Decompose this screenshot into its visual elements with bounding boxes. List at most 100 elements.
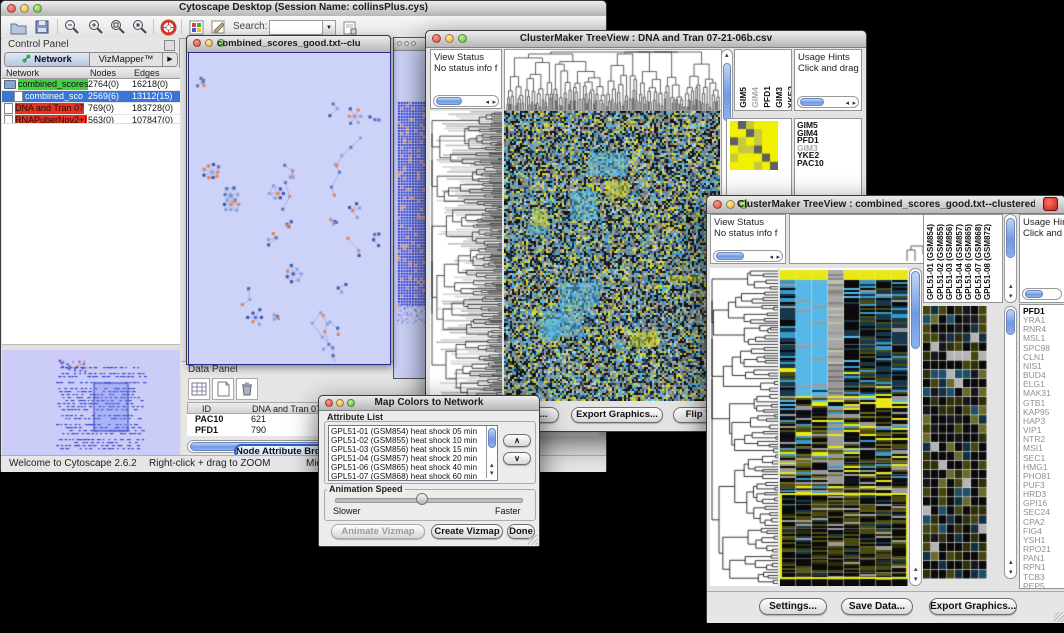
network-name-cell: combined_sco bbox=[2, 91, 88, 102]
heatmap-column-label: GPL51-02 (GSM855) bbox=[936, 224, 945, 300]
dense-network-grid[interactable] bbox=[397, 100, 427, 328]
animate-vizmap-button[interactable]: Animate Vizmap bbox=[331, 524, 425, 539]
settings-button[interactable]: Settings... bbox=[759, 598, 827, 615]
minimize-button[interactable] bbox=[726, 200, 735, 209]
attribute-list-item[interactable]: GPL51-04 (GSM857) heat shock 20 min bbox=[329, 454, 497, 463]
network-edges: 13112(15) bbox=[132, 91, 180, 102]
usage-hints-hscrollbar[interactable] bbox=[1022, 288, 1062, 300]
network-table-row[interactable]: combined_scores2764(0)16218(0) bbox=[2, 79, 180, 91]
main-titlebar[interactable]: Cytoscape Desktop (Session Name: collins… bbox=[1, 1, 606, 17]
view-status-hscrollbar[interactable]: ◂▸ bbox=[713, 250, 783, 262]
create-vizmap-button[interactable]: Create Vizmap bbox=[431, 524, 503, 539]
usage-hints-panel: Usage Hints Click and drag to ◂▸ bbox=[794, 49, 862, 111]
close-button[interactable] bbox=[193, 39, 201, 47]
column-dendrogram[interactable] bbox=[504, 49, 722, 111]
usage-hints-message: Click and drag to bbox=[795, 63, 861, 74]
treeview2-window: ClusterMaker TreeView : combined_scores_… bbox=[706, 195, 1064, 623]
attribute-list-item[interactable]: GPL51-07 (GSM868) heat shock 60 min bbox=[329, 472, 497, 481]
open-folder-icon[interactable] bbox=[9, 18, 28, 37]
attribute-list-item[interactable]: GPL51-03 (GSM856) heat shock 15 min bbox=[329, 445, 497, 454]
data-panel-title: Data Panel bbox=[188, 364, 237, 375]
animation-speed-label: Animation Speed bbox=[327, 484, 405, 494]
close-button[interactable] bbox=[325, 399, 333, 407]
heatmap-canvas[interactable] bbox=[780, 268, 908, 586]
view-status-hscrollbar[interactable]: ◂▸ bbox=[433, 95, 499, 107]
network-table-row[interactable]: DNA and Tran 07769(0)183728(0) bbox=[2, 103, 180, 115]
export-graphics-button[interactable]: Export Graphics... bbox=[929, 598, 1017, 615]
network-canvas[interactable] bbox=[189, 53, 388, 362]
tab-network[interactable]: Network bbox=[5, 53, 90, 66]
row-dendrogram[interactable] bbox=[710, 268, 778, 586]
zoom-out-icon[interactable] bbox=[63, 18, 82, 37]
minimize-button[interactable] bbox=[404, 41, 409, 46]
document-icon bbox=[4, 103, 13, 114]
gene-label[interactable]: PEP5 bbox=[1020, 582, 1064, 589]
new-attribute-icon[interactable] bbox=[212, 378, 234, 400]
usage-hints-message: Click and bbox=[1020, 228, 1064, 239]
view-status-heading: View Status bbox=[431, 50, 501, 63]
treeview2-title: ClusterMaker TreeView : combined_scores_… bbox=[737, 199, 1035, 210]
network-name: combined_scores bbox=[18, 79, 88, 90]
save-data-button[interactable]: Save Data... bbox=[841, 598, 913, 615]
attribute-listbox[interactable]: GPL51-01 (GSM854) heat shock 05 minGPL51… bbox=[328, 425, 498, 481]
dialog-titlebar[interactable]: Map Colors to Network bbox=[319, 396, 539, 411]
resize-grip[interactable] bbox=[1054, 612, 1064, 622]
minimize-button[interactable] bbox=[205, 39, 213, 47]
delete-attribute-trash-icon[interactable] bbox=[236, 378, 258, 400]
float-panel-icon[interactable] bbox=[164, 40, 175, 51]
attribute-list-vscrollbar[interactable]: ▴▾ bbox=[486, 426, 497, 478]
minimize-button[interactable] bbox=[336, 399, 344, 407]
export-graphics-button[interactable]: Export Graphics... bbox=[571, 407, 663, 423]
minimize-button[interactable] bbox=[20, 4, 29, 13]
heatmap-column-label: GIM3 bbox=[774, 87, 784, 108]
network-edges: 183728(0) bbox=[132, 103, 180, 114]
heatmap-row-label: PAC10 bbox=[795, 160, 861, 168]
treeview2-titlebar[interactable]: ClusterMaker TreeView : combined_scores_… bbox=[707, 196, 1064, 214]
minimize-button[interactable] bbox=[445, 34, 454, 43]
global-heatmap-thumbnail[interactable] bbox=[730, 121, 778, 170]
up-arrow-icon: ∧ bbox=[514, 436, 520, 445]
heatmap-vscrollbar[interactable]: ▴▾ bbox=[909, 268, 922, 586]
treeview1-title: ClusterMaker TreeView : DNA and Tran 07-… bbox=[456, 33, 836, 44]
view-status-message: No status info f bbox=[431, 63, 501, 74]
close-button[interactable] bbox=[7, 4, 16, 13]
help-lifering-icon[interactable] bbox=[159, 18, 178, 37]
zoomed-heatmap-vscrollbar[interactable]: ▴▾ bbox=[1004, 306, 1017, 579]
tab-vizmapper[interactable]: VizMapper™ bbox=[90, 53, 163, 66]
close-button[interactable] bbox=[397, 41, 402, 46]
tab-overflow-arrow[interactable]: ▶ bbox=[163, 53, 177, 66]
move-up-button[interactable]: ∧ bbox=[503, 434, 531, 447]
search-input[interactable] bbox=[269, 20, 323, 35]
save-icon[interactable] bbox=[33, 18, 52, 37]
attribute-list-item[interactable]: GPL51-01 (GSM854) heat shock 05 min bbox=[329, 427, 497, 436]
speed-slider-thumb[interactable] bbox=[416, 493, 428, 505]
heatmap-canvas[interactable] bbox=[504, 111, 720, 401]
column-labels-vscrollbar[interactable]: ▴▾ bbox=[1004, 214, 1017, 303]
speed-slider-track[interactable] bbox=[335, 498, 523, 503]
zoom-button[interactable] bbox=[411, 41, 416, 46]
treeview1-titlebar[interactable]: ClusterMaker TreeView : DNA and Tran 07-… bbox=[426, 31, 866, 48]
network-list-empty bbox=[2, 123, 180, 345]
network-table-row[interactable]: combined_sco2569(6)13112(15) bbox=[2, 91, 180, 103]
usage-hints-hscrollbar[interactable]: ◂▸ bbox=[797, 96, 859, 108]
attribute-select-icon[interactable] bbox=[188, 378, 210, 400]
zoom-selected-icon[interactable] bbox=[131, 18, 150, 37]
zoom-in-icon[interactable] bbox=[87, 18, 106, 37]
attribute-list-item[interactable]: GPL51-02 (GSM855) heat shock 10 min bbox=[329, 436, 497, 445]
zoomed-heatmap-canvas[interactable] bbox=[923, 306, 987, 579]
resize-grip[interactable] bbox=[528, 535, 538, 545]
row-value: 621 bbox=[251, 414, 266, 425]
attribute-list-item[interactable]: GPL51-06 (GSM865) heat shock 40 min bbox=[329, 463, 497, 472]
desktop: Cytoscape Desktop (Session Name: collins… bbox=[0, 0, 1064, 633]
zoom-fit-icon[interactable] bbox=[109, 18, 128, 37]
network-view-titlebar[interactable]: combined_scores_good.txt--cluste... bbox=[187, 36, 390, 53]
close-button[interactable] bbox=[432, 34, 441, 43]
close-button[interactable] bbox=[713, 200, 722, 209]
network-name-cell: DNA and Tran 07 bbox=[2, 103, 88, 114]
down-arrow-icon: ∨ bbox=[514, 454, 520, 463]
network-overview-thumbnail[interactable] bbox=[6, 353, 176, 452]
move-down-button[interactable]: ∨ bbox=[503, 452, 531, 465]
network-name: combined_sco bbox=[25, 91, 83, 102]
row-dendrogram[interactable] bbox=[430, 111, 502, 401]
heatmap-column-label: GPL51-07 (GSM868) bbox=[974, 224, 983, 300]
